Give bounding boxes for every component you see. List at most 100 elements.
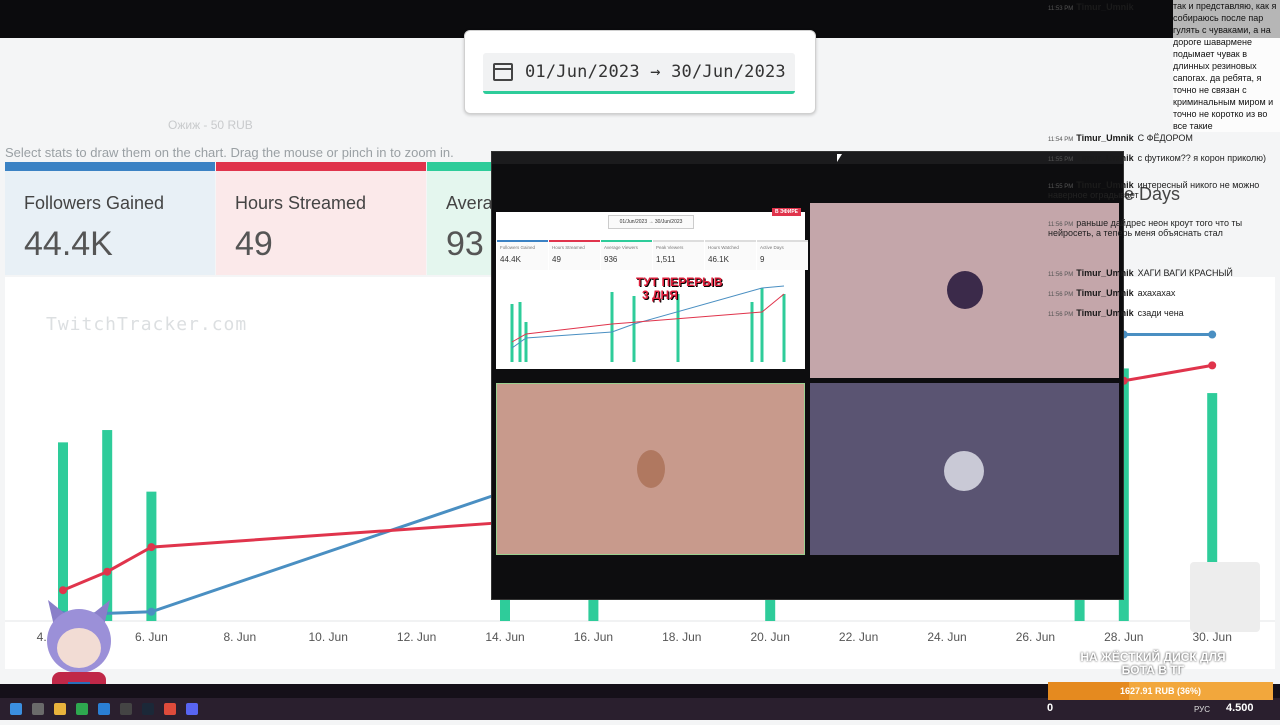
mini-card: Hours Watched 46.1K <box>705 240 756 270</box>
x-tick-label: 26. Jun <box>1016 630 1055 644</box>
mini-date-range: 01/Jun/2023 → 30/Jun/2023 <box>608 215 694 229</box>
counter-right: 4.500 <box>1226 702 1254 714</box>
chat-message: 11:56 PM Timur_Umnik ХАГИ ВАГИ КРАСНЫЙ <box>1048 268 1233 278</box>
chat-user: Timur_Umnik <box>1076 288 1134 298</box>
chat-text: С ФЁДОРОМ <box>1137 133 1193 143</box>
x-tick-label: 30. Jun <box>1193 630 1232 644</box>
chat-time: 11:56 PM <box>1048 312 1074 318</box>
stat-value: 44.4K <box>24 225 113 263</box>
chat-user: Timur_Umnik <box>1076 268 1134 278</box>
chart-hint: Select stats to draw them on the chart. … <box>5 145 454 160</box>
x-tick-label: 24. Jun <box>927 630 966 644</box>
x-tick-label: 18. Jun <box>662 630 701 644</box>
windows-taskbar: РУС <box>0 698 1280 720</box>
faint-overlay-text: Ожиж - 50 RUB <box>168 118 253 132</box>
hours-line-point <box>103 567 112 576</box>
mini-card-label: Average Viewers <box>604 245 638 250</box>
mini-card-label: Hours Streamed <box>552 245 585 250</box>
mini-card-value: 1,511 <box>656 255 676 264</box>
chat-message: 11:56 PM раньше дайдрес неон кроут того ч… <box>1048 218 1280 238</box>
chat-time: 11:53 PM <box>1048 6 1074 12</box>
robot-avatar-icon <box>944 451 984 491</box>
mini-card-value: 9 <box>760 255 765 264</box>
mini-card-label: Peak Viewers <box>656 245 684 250</box>
chat-text: с футиком?? я корон приколю) <box>1137 153 1266 163</box>
followers-line-point <box>147 607 156 616</box>
chart-bar <box>58 442 68 621</box>
language-indicator[interactable]: РУС <box>1194 705 1210 714</box>
panel-webcam-2 <box>496 383 805 555</box>
chrome-icon[interactable] <box>164 703 176 715</box>
x-tick-label: 10. Jun <box>309 630 348 644</box>
mini-card-value: 49 <box>552 255 561 264</box>
mini-card-value: 936 <box>604 255 618 264</box>
x-tick-label: 28. Jun <box>1104 630 1143 644</box>
calendar-icon <box>493 63 513 81</box>
x-tick-label: 8. Jun <box>223 630 256 644</box>
stat-card-hours[interactable]: Hours Streamed 49 <box>216 162 426 275</box>
mini-card-label: Hours Watched <box>708 245 739 250</box>
terminal-icon[interactable] <box>120 703 132 715</box>
watermark: TwitchTracker.com <box>46 314 248 335</box>
chart-bar <box>102 430 113 621</box>
stat-value: 93 <box>446 225 484 263</box>
overlay-titlebar[interactable] <box>492 152 1123 164</box>
chat-message: 11:56 PM Timur_Umnik сзади чена <box>1048 308 1184 318</box>
edge-icon[interactable] <box>98 703 110 715</box>
mini-card: Hours Streamed 49 <box>549 240 600 270</box>
stream-overlay-window[interactable]: 01/Jun/2023 → 30/Jun/2023 В ЭФИРЕ Follow… <box>491 151 1124 600</box>
discord-icon[interactable] <box>186 703 198 715</box>
stat-label: Followers Gained <box>24 193 165 213</box>
search-icon[interactable] <box>32 703 44 715</box>
x-tick-label: 20. Jun <box>751 630 790 644</box>
donation-progress-bar: 1627.91 RUB (36%) <box>1048 682 1273 700</box>
x-tick-label: 22. Jun <box>839 630 878 644</box>
chat-long-message: так и представляю, как я собираюсь после… <box>1173 0 1280 132</box>
date-range-text: 01/Jun/2023 → 30/Jun/2023 <box>525 62 786 82</box>
followers-line-point <box>1208 330 1217 339</box>
stat-label: Hours Streamed <box>235 193 367 213</box>
chat-time: 11:55 PM <box>1048 157 1074 163</box>
date-range-picker[interactable]: 01/Jun/2023 → 30/Jun/2023 <box>464 30 816 114</box>
chat-user: Timur_Umnik <box>1076 133 1134 143</box>
date-range-field[interactable]: 01/Jun/2023 → 30/Jun/2023 <box>483 53 795 94</box>
chat-text: раньше дайдрес неон кроут того что ты не… <box>1048 218 1243 238</box>
chat-user: Timur_Umnik <box>1076 308 1134 318</box>
chat-message: 11:55 PM Timur_Umnik с футиком?? я корон п… <box>1048 153 1280 163</box>
chat-time: 11:56 PM <box>1048 292 1074 298</box>
x-tick-label: 6. Jun <box>135 630 168 644</box>
live-badge: В ЭФИРЕ <box>771 208 801 216</box>
donation-progress-text: 1627.91 RUB (36%) <box>1119 686 1202 696</box>
start-icon[interactable] <box>10 703 22 715</box>
chat-time: 11:56 PM <box>1048 272 1074 278</box>
mini-card: Active Days 9 <box>757 240 808 270</box>
mini-card-label: Followers Gained <box>500 245 536 250</box>
chat-overlay: так и представляю, как я собираюсь после… <box>1045 0 1280 330</box>
mini-card-label: Active Days <box>760 245 784 250</box>
chat-message: 11:55 PM Timur_Umnik интересный никого не … <box>1048 180 1280 200</box>
pause-annotation: ТУТ ПЕРЕРЫВ 3 ДНЯ <box>636 276 723 302</box>
x-tick-label: 12. Jun <box>397 630 436 644</box>
stat-card-followers[interactable]: Followers Gained 44.4K <box>5 162 215 275</box>
mini-card-value: 46.1K <box>708 255 729 264</box>
chat-user: Timur_Umnik <box>1076 2 1134 12</box>
x-tick-label: 16. Jun <box>574 630 613 644</box>
mini-card: Average Viewers 936 <box>601 240 652 270</box>
chart-bar <box>146 491 157 621</box>
folder-icon[interactable] <box>54 703 66 715</box>
spotify-icon[interactable] <box>76 703 88 715</box>
mini-card: Followers Gained 44.4K <box>497 240 548 270</box>
x-tick-label: 14. Jun <box>485 630 524 644</box>
stat-label: Avera <box>446 193 493 213</box>
chat-message: 11:56 PM Timur_Umnik ахахахах <box>1048 288 1175 298</box>
panel-webcam-3 <box>810 383 1119 555</box>
steam-icon[interactable] <box>142 703 154 715</box>
pixel-avatar-icon <box>947 271 983 309</box>
pause-line2: 3 ДНЯ <box>642 288 678 302</box>
counter-left: 0 <box>1047 702 1054 714</box>
chat-user: Timur_Umnik <box>1076 153 1134 163</box>
hours-line-point <box>59 586 67 595</box>
chat-text: сзади чена <box>1137 308 1184 318</box>
face-avatar-icon <box>637 450 665 488</box>
hours-line-point <box>147 543 156 552</box>
